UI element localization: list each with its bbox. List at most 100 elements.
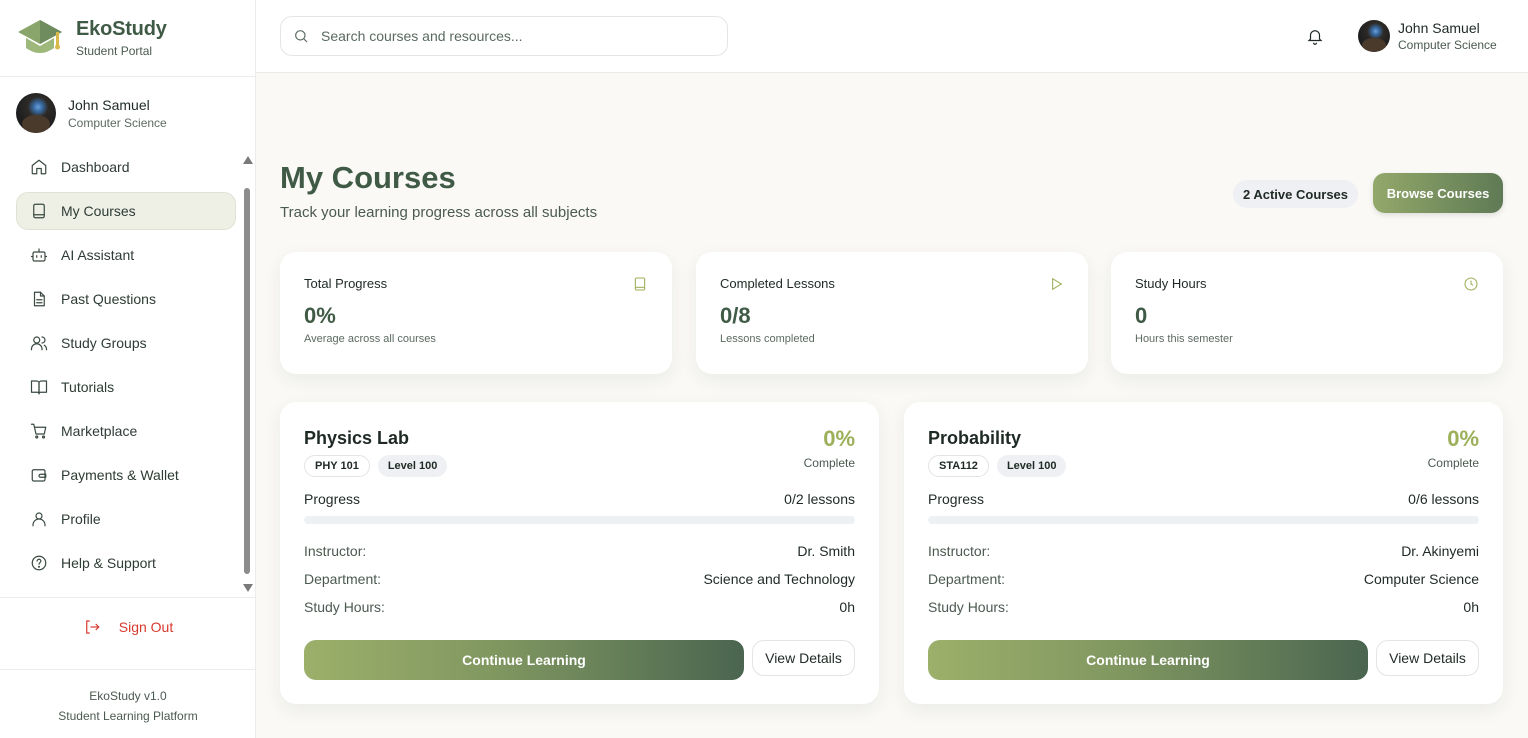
sidebar-item-profile[interactable]: Profile <box>16 500 236 538</box>
divider <box>0 597 256 598</box>
sign-out-button[interactable]: Sign Out <box>0 618 256 636</box>
user-name: John Samuel <box>68 96 150 113</box>
course-title: Probability <box>928 428 1022 448</box>
sidebar-item-label: Past Questions <box>61 291 156 307</box>
sidebar-item-payments-wallet[interactable]: Payments & Wallet <box>16 456 236 494</box>
browse-courses-button[interactable]: Browse Courses <box>1373 173 1503 213</box>
divider <box>0 76 256 77</box>
sidebar-item-my-courses[interactable]: My Courses <box>16 192 236 230</box>
sidebar-item-help-support[interactable]: Help & Support <box>16 544 236 582</box>
stat-value: 0/8 <box>720 303 751 328</box>
stat-description: Lessons completed <box>720 333 815 345</box>
sidebar: EkoStudy Student Portal John Samuel Comp… <box>0 0 256 738</box>
study-hours-label: Study Hours: <box>928 599 1009 615</box>
course-code-badge: PHY 101 <box>304 455 370 477</box>
book-icon <box>632 276 648 292</box>
course-percent: 0% <box>1447 426 1479 451</box>
continue-learning-button[interactable]: Continue Learning <box>928 640 1368 680</box>
active-courses-badge: 2 Active Courses <box>1233 180 1359 208</box>
view-details-button[interactable]: View Details <box>752 640 855 676</box>
open-book-icon <box>29 377 49 397</box>
sidebar-item-dashboard[interactable]: Dashboard <box>16 148 236 186</box>
sidebar-item-marketplace[interactable]: Marketplace <box>16 412 236 450</box>
course-percent-label: Complete <box>803 456 855 470</box>
study-hours-value: 0h <box>839 599 855 615</box>
page-subtitle: Track your learning progress across all … <box>280 204 598 221</box>
wallet-icon <box>29 465 49 485</box>
notification-bell-icon[interactable] <box>1306 27 1324 45</box>
course-title: Physics Lab <box>304 428 410 448</box>
cart-icon <box>29 421 49 441</box>
study-hours-row: Study Hours: 0h <box>304 599 855 615</box>
sidebar-item-label: Payments & Wallet <box>61 467 179 483</box>
progress-label: Progress <box>928 491 985 507</box>
stat-value: 0 <box>1135 303 1148 328</box>
scroll-down-arrow-icon[interactable] <box>243 584 253 592</box>
department-label: Department: <box>928 571 1006 587</box>
continue-learning-button[interactable]: Continue Learning <box>304 640 744 680</box>
department-row: Department: Science and Technology <box>304 571 855 587</box>
progress-label: Progress <box>304 491 361 507</box>
department-value: Science and Technology <box>703 571 855 587</box>
help-circle-icon <box>29 553 49 573</box>
bot-icon <box>29 245 49 265</box>
study-hours-value: 0h <box>1463 599 1479 615</box>
instructor-row: Instructor: Dr. Smith <box>304 543 855 559</box>
stat-label: Completed Lessons <box>720 276 835 291</box>
department-value: Computer Science <box>1363 571 1479 587</box>
department-label: Department: <box>304 571 382 587</box>
topbar: John Samuel Computer Science <box>256 0 1528 73</box>
sidebar-user[interactable]: John Samuel Computer Science <box>16 93 167 133</box>
department-row: Department: Computer Science <box>928 571 1479 587</box>
progress-bar <box>928 516 1479 524</box>
sidebar-item-past-questions[interactable]: Past Questions <box>16 280 236 318</box>
home-icon <box>29 157 49 177</box>
page-title: My Courses <box>280 160 456 195</box>
user-icon <box>29 509 49 529</box>
footer-version: EkoStudy v1.0 <box>89 689 167 703</box>
sidebar-item-ai-assistant[interactable]: AI Assistant <box>16 236 236 274</box>
scrollbar-thumb[interactable] <box>244 188 250 574</box>
user-name: John Samuel <box>1398 20 1480 36</box>
divider <box>0 669 256 670</box>
sidebar-footer: EkoStudy v1.0 Student Learning Platform <box>0 686 256 726</box>
view-details-button[interactable]: View Details <box>1376 640 1479 676</box>
sidebar-item-label: Tutorials <box>61 379 115 395</box>
user-department: Computer Science <box>1398 38 1497 52</box>
footer-tagline: Student Learning Platform <box>58 709 198 723</box>
stat-label: Total Progress <box>304 276 388 291</box>
user-department: Computer Science <box>68 115 167 130</box>
instructor-row: Instructor: Dr. Akinyemi <box>928 543 1479 559</box>
stat-card-study-hours: Study Hours 0 Hours this semester <box>1111 252 1503 374</box>
stat-card-total-progress: Total Progress 0% Average across all cou… <box>280 252 672 374</box>
instructor-value: Dr. Smith <box>797 543 855 559</box>
clock-icon <box>1463 276 1479 292</box>
search-box[interactable] <box>280 16 728 56</box>
avatar <box>1358 20 1390 52</box>
brand[interactable]: EkoStudy Student Portal <box>16 16 167 60</box>
header-user-menu[interactable]: John Samuel Computer Science <box>1358 20 1497 52</box>
stat-value: 0% <box>304 303 336 328</box>
graduation-cap-icon <box>16 16 64 60</box>
log-out-icon <box>85 620 100 634</box>
stat-description: Average across all courses <box>304 333 436 345</box>
progress-bar <box>304 516 855 524</box>
instructor-label: Instructor: <box>928 543 991 559</box>
study-hours-label: Study Hours: <box>304 599 385 615</box>
sign-out-label: Sign Out <box>118 619 174 635</box>
sidebar-item-tutorials[interactable]: Tutorials <box>16 368 236 406</box>
sidebar-scrollbar[interactable] <box>241 154 253 594</box>
course-card: Probability STA112 Level 100 0% Complete… <box>904 402 1503 704</box>
brand-name: EkoStudy <box>76 18 167 40</box>
file-text-icon <box>29 289 49 309</box>
instructor-label: Instructor: <box>304 543 367 559</box>
search-icon <box>295 30 308 43</box>
sidebar-item-label: Marketplace <box>61 423 138 439</box>
sidebar-item-study-groups[interactable]: Study Groups <box>16 324 236 362</box>
sidebar-item-label: Profile <box>61 511 101 527</box>
study-hours-row: Study Hours: 0h <box>928 599 1479 615</box>
search-input[interactable] <box>321 28 701 44</box>
course-percent-label: Complete <box>1427 456 1479 470</box>
scroll-up-arrow-icon[interactable] <box>243 156 253 164</box>
sidebar-item-label: Help & Support <box>61 555 156 571</box>
